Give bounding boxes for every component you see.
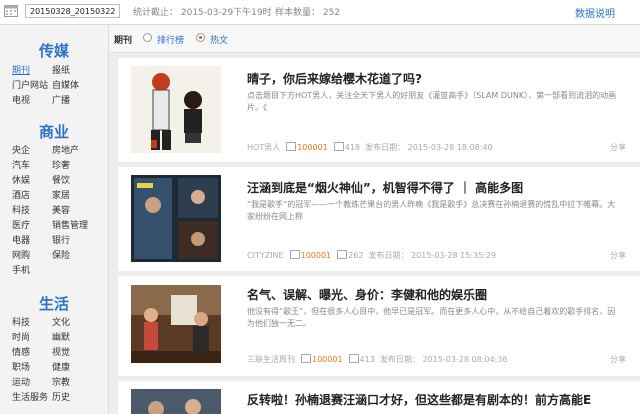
read-count: 100001 [297,143,328,152]
section-title-business: 商业 [38,123,69,141]
like-count: 262 [348,251,364,260]
article-card[interactable]: 名气、误解、曝光、身价：李健和他的娱乐圈 他没有得“歌王”，但在很多人心目中，他… [118,276,640,376]
sidebar-item-journal[interactable]: 期刊 [12,65,52,78]
section-title-media: 传媒 [38,42,69,60]
sidebar-item[interactable]: 酒店 [12,190,52,203]
sidebar-item[interactable]: 幽默 [52,332,92,345]
publish-date: 发布日期： 2015-03-28 15:35:29 [368,251,497,260]
article-title[interactable]: 汪涵到底是“烟火神仙”，机智得不得了 ｜ 高能多图 [247,179,523,196]
sidebar-item[interactable]: 科技 [12,205,52,218]
article-thumbnail[interactable] [131,66,221,153]
like-icon [348,354,359,363]
share-button[interactable]: 分享 [610,354,626,365]
date-range-input[interactable]: 20150328_20150322 [25,4,120,18]
sidebar-item[interactable]: 休娱 [12,175,52,188]
business-list: 央企 房地产 汽车 珍奢 休娱 餐饮 酒店 家居 科技 美容 医疗 销售管理 电… [12,145,102,278]
read-icon [301,354,311,363]
read-icon [286,142,297,151]
filter-bar: 期刊 排行榜 热文 [109,25,640,53]
sidebar-item[interactable]: 情感 [12,347,52,360]
section-title-life: 生活 [38,295,69,313]
article-thumbnail[interactable] [131,285,221,363]
media-list: 期刊 报纸 门户网站 自媒体 电视 广播 [12,65,102,108]
article-card[interactable]: 晴子，你后来嫁给樱木花道了吗? 点击题目下方HOT男人，关注全天下男人的好朋友《… [118,58,640,162]
sidebar-item-self-media[interactable]: 自媒体 [52,80,92,93]
sidebar-item[interactable]: 汽车 [12,160,52,173]
share-button[interactable]: 分享 [610,142,626,153]
article-title[interactable]: 名气、误解、曝光、身价：李健和他的娱乐圈 [247,286,487,303]
article-desc: 点击题目下方HOT男人，关注全天下男人的好朋友《灌篮高手》（SLAM DUNK）… [247,91,617,112]
category-sidebar: 传媒 期刊 报纸 门户网站 自媒体 电视 广播 商业 央企 房地产 汽车 珍奢 … [0,25,109,414]
read-count: 100001 [300,251,332,260]
sidebar-item[interactable]: 医疗 [12,220,52,233]
sidebar-item[interactable]: 健康 [52,362,92,375]
sidebar-item[interactable]: 文化 [52,317,92,330]
radio-label-hot[interactable]: 热文 [210,33,228,46]
sidebar-item[interactable]: 银行 [52,235,92,248]
sidebar-item[interactable]: 手机 [12,265,52,278]
sidebar-item[interactable]: 珍奢 [52,160,92,173]
read-icon [289,250,300,259]
top-bar: 20150328_20150322 统计截止： 2015-03-29下午19时 … [0,0,640,25]
like-icon [337,250,348,259]
publish-date: 发布日期： 2015-03-28 08:04:36 [379,355,508,364]
sidebar-item[interactable]: 央企 [12,145,52,158]
radio-hot[interactable] [196,33,205,42]
article-title[interactable]: 晴子，你后来嫁给樱木花道了吗? [247,70,422,87]
sidebar-item-tv[interactable]: 电视 [12,95,52,108]
article-source[interactable]: HOT男人 [247,143,280,152]
stat-sample-count: 样本数量： 252 [275,8,341,18]
article-thumbnail[interactable] [131,389,221,414]
article-thumbnail[interactable] [131,175,221,262]
sidebar-item-portal[interactable]: 门户网站 [12,80,52,93]
sidebar-item[interactable]: 历史 [52,392,92,405]
filter-label: 期刊 [114,36,133,46]
like-icon [333,142,344,151]
article-meta: 三联生活周刊 100001 413 发布日期： 2015-03-28 08:04:3… [247,354,507,365]
article-source[interactable]: 三联生活周刊 [247,355,295,364]
article-meta: HOT男人 100001 418 发布日期： 2015-03-28 18:08:40 [247,142,493,153]
sidebar-item[interactable]: 时尚 [12,332,52,345]
article-meta: CITYZINE 100001 262 发布日期： 2015-03-28 15:35… [247,250,496,261]
sidebar-item[interactable]: 房地产 [52,145,92,158]
sidebar-item[interactable]: 美容 [52,205,92,218]
sidebar-item[interactable]: 保险 [52,250,92,263]
article-title[interactable]: 反转啦！孙楠退赛汪涵口才好，但这些都是有剧本的！前方高能E [247,391,591,408]
like-count: 418 [344,143,361,152]
share-button[interactable]: 分享 [610,250,626,261]
article-desc: “我是歌手”的冠军——一个教练芒果台的男人昨晚《我是歌手》总决赛在孙楠退赛的慌乱… [247,200,616,221]
sidebar-item[interactable]: 电器 [12,235,52,248]
sidebar-item-radio[interactable]: 广播 [52,95,92,108]
sidebar-item[interactable]: 职场 [12,362,52,375]
radio-ranking[interactable] [143,33,152,42]
sidebar-item[interactable]: 运动 [12,377,52,390]
data-help-link[interactable]: 数据说明 [575,5,615,20]
article-card[interactable]: 反转啦！孙楠退赛汪涵口才好，但这些都是有剧本的！前方高能E [118,381,640,414]
article-source[interactable]: CITYZINE [247,251,284,260]
article-desc: 他没有得“歌王”，但在很多人心目中，他早已是冠军。而在更多人心中，从不给自己着欢… [247,307,616,328]
sidebar-item[interactable]: 视觉 [52,347,92,360]
sidebar-item[interactable]: 网购 [12,250,52,263]
sidebar-item[interactable]: 宗教 [52,377,92,390]
article-card[interactable]: 汪涵到底是“烟火神仙”，机智得不得了 ｜ 高能多图 “我是歌手”的冠军——一个教… [118,167,640,271]
read-count: 100001 [312,355,343,364]
sidebar-item[interactable]: 销售管理 [52,220,92,233]
sidebar-item-newspaper[interactable]: 报纸 [52,65,92,78]
stat-deadline: 统计截止： 2015-03-29下午19时 [133,8,272,18]
calendar-icon[interactable] [4,4,18,17]
publish-date: 发布日期： 2015-03-28 18:08:40 [365,143,493,152]
life-list: 科技 文化 时尚 幽默 情感 视觉 职场 健康 运动 宗教 生活服务 历史 [12,317,102,405]
like-count: 413 [359,355,375,364]
sidebar-item[interactable]: 家居 [52,190,92,203]
sidebar-item[interactable]: 科技 [12,317,52,330]
sidebar-item[interactable]: 餐饮 [52,175,92,188]
sidebar-item[interactable]: 生活服务 [12,392,52,405]
radio-label-ranking[interactable]: 排行榜 [157,33,184,46]
